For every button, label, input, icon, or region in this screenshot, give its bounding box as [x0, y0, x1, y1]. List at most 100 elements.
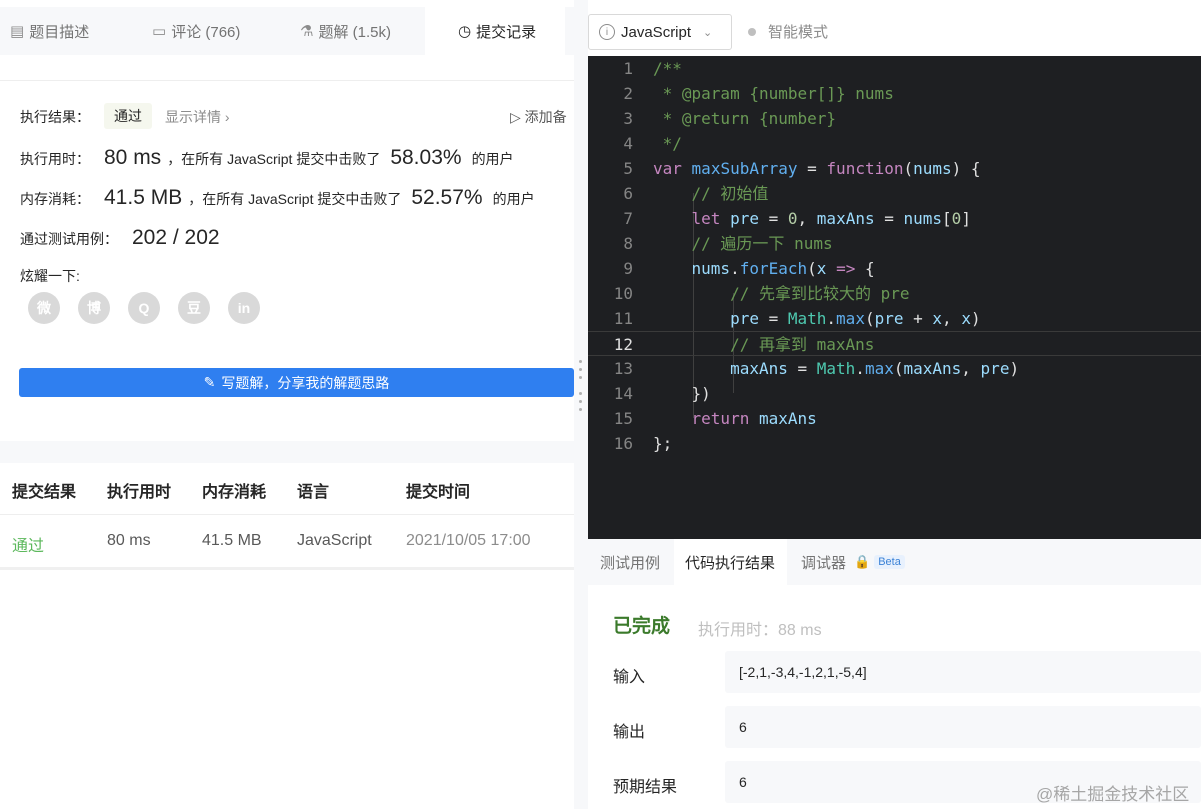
memory-value: 41.5 MB [104, 186, 183, 209]
beta-badge: Beta [874, 555, 905, 569]
smart-mode-label: 智能模式 [768, 24, 829, 41]
code-line[interactable]: 1 /** [588, 56, 1201, 81]
memory-percent: 52.57% [411, 186, 483, 209]
details-link[interactable]: 显示详情 › [165, 107, 230, 127]
column-header: 提交结果 [12, 484, 77, 501]
info-icon: i [599, 24, 615, 40]
chevron-down-icon: ⌄ [703, 26, 713, 39]
line-number: 8 [623, 234, 633, 253]
language-select[interactable]: i JavaScript ⌄ [588, 14, 732, 50]
code-line[interactable]: 12 // 再拿到 maxAns [588, 331, 1201, 356]
tab-label: 评论 (766) [171, 23, 241, 41]
code-text: return maxAns [691, 409, 817, 428]
submission-status-link[interactable]: 通过 [12, 532, 44, 556]
tab-debugger[interactable]: 调试器 🔒 Beta [787, 539, 927, 585]
code-line[interactable]: 10 // 先拿到比较大的 pre [588, 281, 1201, 306]
share-label: 炫耀一下: [20, 268, 80, 284]
exec-result-row: 执行结果： [20, 107, 90, 127]
runtime-users-text: 的用户 [471, 151, 514, 167]
write-solution-button[interactable]: ✎ 写题解，分享我的解题思路 [19, 368, 574, 397]
code-line[interactable]: 6 // 初始值 [588, 181, 1201, 206]
runtime-label: 执行用时： [20, 151, 90, 167]
code-line[interactable]: 16}; [588, 431, 1201, 456]
line-number: 7 [623, 209, 633, 228]
submission-language: JavaScript [297, 532, 372, 549]
pencil-icon: ✎ [203, 374, 216, 390]
memory-users-text: 的用户 [492, 191, 535, 207]
code-line[interactable]: 5 var maxSubArray = function(nums) { [588, 156, 1201, 181]
comment-icon: ▭ [152, 23, 167, 40]
add-note-button[interactable]: ▷ 添加备 [510, 107, 567, 127]
submission-runtime: 80 ms [107, 532, 151, 549]
tab-label: 代码执行结果 [685, 554, 776, 572]
testcases-row: 通过测试用例： 202 / 202 [20, 226, 226, 250]
code-line[interactable]: 8 // 遍历一下 nums [588, 231, 1201, 256]
code-line[interactable]: 15 return maxAns [588, 406, 1201, 431]
description-icon: ▤ [10, 23, 25, 40]
code-line[interactable]: 11 pre = Math.max(pre + x, x) [588, 306, 1201, 331]
column-header: 执行用时 [107, 484, 172, 501]
resize-grip-dot [579, 392, 582, 395]
code-text: maxAns = Math.max(maxAns, pre) [730, 359, 1020, 378]
runtime-row: 执行用时： 80 ms ，在所有 JavaScript 提交中击败了 58.03… [20, 146, 514, 170]
editor-toolbar: i JavaScript ⌄ 智能模式 [588, 7, 1201, 55]
tab-testcases[interactable]: 测试用例 [588, 539, 674, 585]
tab-label: 题目描述 [29, 23, 90, 41]
testcases-label: 通过测试用例： [20, 231, 118, 247]
code-text: var maxSubArray = function(nums) { [653, 159, 981, 178]
code-line[interactable]: 13 maxAns = Math.max(maxAns, pre) [588, 356, 1201, 381]
code-line[interactable]: 7 let pre = 0, maxAns = nums[0] [588, 206, 1201, 231]
code-text: * @return {number} [653, 109, 837, 128]
input-label: 输入 [613, 669, 646, 686]
linkedin-icon[interactable]: in [228, 292, 260, 324]
line-number: 11 [613, 309, 633, 328]
code-line[interactable]: 4 */ [588, 131, 1201, 156]
column-header: 语言 [297, 484, 330, 501]
column-header: 提交时间 [406, 484, 471, 501]
code-line[interactable]: 9 nums.forEach(x => { [588, 256, 1201, 281]
exec-result-label: 执行结果： [20, 109, 90, 125]
resize-grip-dot [579, 360, 582, 363]
smart-mode-toggle[interactable]: 智能模式 [748, 21, 828, 42]
lock-icon: 🔒 [854, 554, 871, 569]
wechat-icon[interactable]: 微 [28, 292, 60, 324]
flask-icon: ⚗ [300, 23, 314, 40]
watermark: @稀土掘金技术社区 [1036, 785, 1190, 804]
qq-icon[interactable]: Q [128, 292, 160, 324]
line-number: 6 [623, 184, 633, 203]
tab-comments[interactable]: ▭ 评论 (766) [140, 7, 294, 55]
problem-tabs: ▤ 题目描述 ▭ 评论 (766) ⚗ 题解 (1.5k) ◷ 提交记录 [0, 7, 574, 55]
memory-row: 内存消耗： 41.5 MB ，在所有 JavaScript 提交中击败了 52.… [20, 186, 535, 210]
code-text: let pre = 0, maxAns = nums[0] [691, 209, 971, 228]
line-number: 10 [613, 284, 633, 303]
left-panel: ▤ 题目描述 ▭ 评论 (766) ⚗ 题解 (1.5k) ◷ 提交记录 执行结… [0, 0, 574, 809]
code-line[interactable]: 3 * @return {number} [588, 106, 1201, 131]
memory-beat-text: ，在所有 JavaScript 提交中击败了 [188, 191, 402, 207]
code-text: /** [653, 59, 682, 78]
tab-submissions[interactable]: ◷ 提交记录 [425, 7, 565, 55]
table-bottom-border [0, 567, 574, 570]
tab-run-result[interactable]: 代码执行结果 [674, 539, 787, 585]
memory-label: 内存消耗： [20, 191, 90, 207]
language-value: JavaScript [621, 23, 692, 41]
code-editor[interactable]: 1/** 2 * @param {number[]} nums 3 * @retur… [588, 56, 1201, 539]
code-text: }) [653, 384, 711, 403]
line-number: 13 [613, 359, 633, 378]
runtime-value: 80 ms [104, 146, 162, 169]
submission-time: 2021/10/05 17:00 [406, 532, 531, 549]
code-text: // 遍历一下 nums [691, 234, 833, 253]
line-number: 9 [623, 259, 633, 278]
code-text: pre = Math.max(pre + x, x) [730, 309, 981, 328]
resize-grip-dot [579, 376, 582, 379]
tab-label: 调试器 [801, 554, 847, 572]
panel-resizer[interactable] [574, 0, 588, 809]
tab-label: 提交记录 [476, 23, 537, 41]
douban-icon[interactable]: 豆 [178, 292, 210, 324]
line-number: 16 [613, 434, 633, 453]
code-line[interactable]: 2 * @param {number[]} nums [588, 81, 1201, 106]
tab-description[interactable]: ▤ 题目描述 [0, 7, 150, 55]
weibo-icon[interactable]: 博 [78, 292, 110, 324]
tab-solutions[interactable]: ⚗ 题解 (1.5k) [282, 7, 442, 55]
share-row: 炫耀一下: [20, 266, 80, 286]
code-line[interactable]: 14 }) [588, 381, 1201, 406]
